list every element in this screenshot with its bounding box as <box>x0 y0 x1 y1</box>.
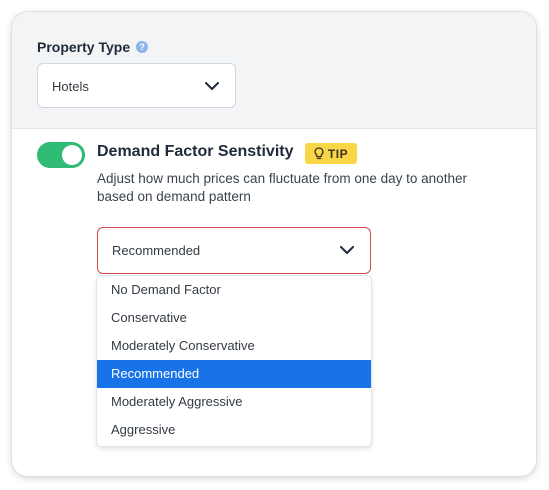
lightbulb-icon <box>314 147 324 160</box>
dropdown-option-moderately-aggressive[interactable]: Moderately Aggressive <box>97 388 371 416</box>
property-type-label-row: Property Type ? <box>37 39 149 55</box>
info-icon[interactable]: ? <box>136 41 149 53</box>
demand-factor-select[interactable]: Recommended <box>97 227 371 274</box>
settings-card: Property Type ? Hotels Demand Factor Sen… <box>12 12 536 476</box>
dropdown-option-conservative[interactable]: Conservative <box>97 304 371 332</box>
demand-factor-toggle[interactable] <box>37 142 85 168</box>
demand-factor-description: Adjust how much prices can fluctuate fro… <box>97 171 467 204</box>
tip-label: TIP <box>327 146 349 161</box>
property-type-label: Property Type <box>37 39 131 55</box>
property-type-section: Property Type ? Hotels <box>12 12 536 129</box>
dropdown-option-aggressive[interactable]: Aggressive <box>97 416 371 444</box>
dropdown-option-moderately-conservative[interactable]: Moderately Conservative <box>97 332 371 360</box>
dropdown-option-recommended[interactable]: Recommended <box>97 360 371 388</box>
property-type-selected-value: Hotels <box>52 79 89 94</box>
chevron-down-icon <box>340 246 354 255</box>
demand-factor-title: Demand Factor Senstivity <box>97 143 294 160</box>
toggle-knob <box>62 145 82 165</box>
demand-factor-dropdown-menu: No Demand Factor Conservative Moderately… <box>97 276 371 446</box>
tip-badge[interactable]: TIP <box>305 143 357 164</box>
dropdown-option-no-demand-factor[interactable]: No Demand Factor <box>97 276 371 304</box>
chevron-down-icon <box>205 82 219 91</box>
demand-factor-selected-value: Recommended <box>112 243 201 258</box>
property-type-select[interactable]: Hotels <box>37 63 236 108</box>
